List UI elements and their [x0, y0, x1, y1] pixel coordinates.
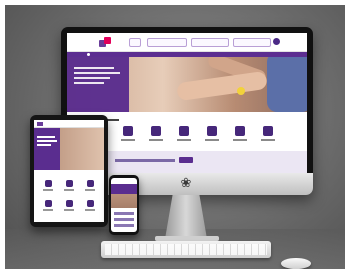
- tablet-tile-6[interactable]: [84, 200, 96, 211]
- tile-document[interactable]: [147, 126, 165, 146]
- tile-news[interactable]: [203, 126, 221, 146]
- phone-row-1[interactable]: [114, 212, 134, 215]
- hero-text-panel: [67, 57, 129, 112]
- hero-banner: [67, 57, 307, 112]
- cta-button[interactable]: [179, 157, 193, 163]
- nav-item-1[interactable]: [129, 38, 141, 47]
- tablet-screen: [34, 120, 104, 222]
- keyboard: [101, 241, 271, 258]
- tile-support[interactable]: [231, 126, 249, 146]
- tablet-tile-1[interactable]: [42, 180, 54, 191]
- tile-home[interactable]: [119, 126, 137, 146]
- phone-device: [109, 175, 139, 235]
- nav-item-3[interactable]: [191, 38, 229, 47]
- search-icon[interactable]: [273, 38, 280, 45]
- site-logo[interactable]: [99, 37, 111, 47]
- document-icon: [151, 126, 161, 136]
- phone-screen: [111, 178, 137, 232]
- tablet-tile-5[interactable]: [63, 200, 75, 211]
- tile-building[interactable]: [175, 126, 193, 146]
- tile-calendar[interactable]: [259, 126, 277, 146]
- tablet-hero: [34, 128, 104, 170]
- site-nav-bar: [67, 33, 307, 52]
- phone-hero: [111, 184, 137, 208]
- monitor-stand: [165, 195, 207, 239]
- tablet-tile-2[interactable]: [63, 180, 75, 191]
- mockup-scene: ❀: [5, 5, 345, 269]
- news-icon: [207, 126, 217, 136]
- building-icon: [179, 126, 189, 136]
- tablet-hero-panel: [34, 128, 60, 170]
- home-icon: [123, 126, 133, 136]
- calendar-icon: [263, 126, 273, 136]
- nav-item-2[interactable]: [147, 38, 187, 47]
- nav-item-4[interactable]: [233, 38, 271, 47]
- tablet-nav: [34, 120, 104, 128]
- phone-row-2[interactable]: [114, 218, 134, 221]
- tablet-device: [30, 115, 108, 227]
- mouse: [281, 258, 311, 269]
- brand-logo-icon: ❀: [180, 176, 192, 191]
- phone-row-3[interactable]: [114, 224, 134, 227]
- support-icon: [235, 126, 245, 136]
- tablet-tile-3[interactable]: [84, 180, 96, 191]
- tablet-tile-4[interactable]: [42, 200, 54, 211]
